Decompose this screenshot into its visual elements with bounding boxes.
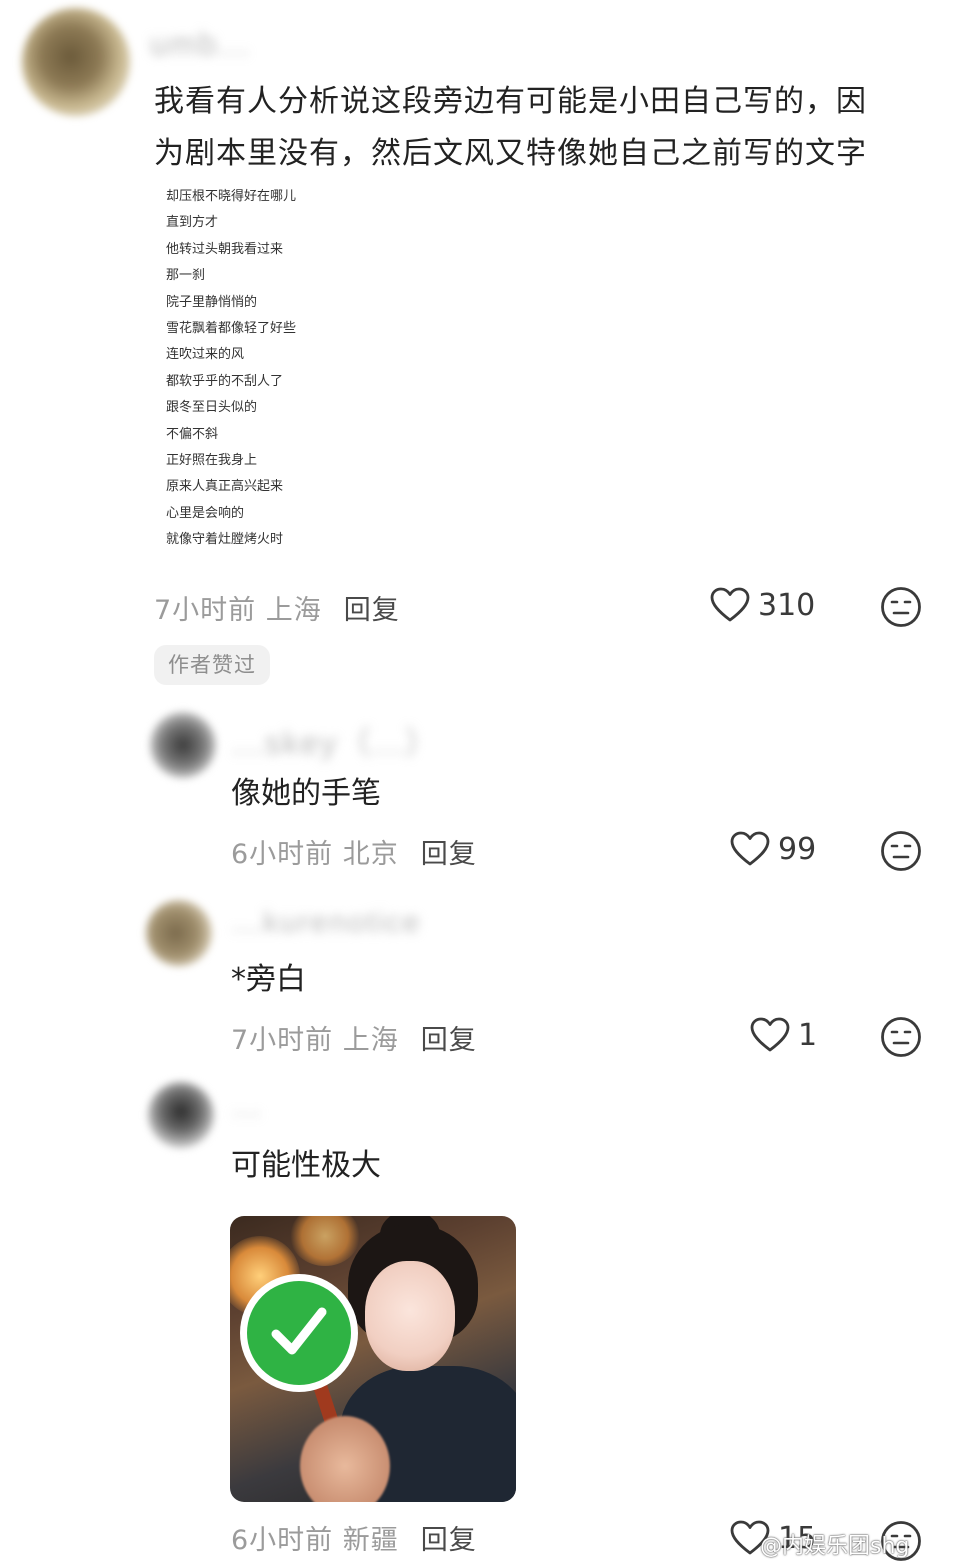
quoted-line: 都软乎乎的不刮人了	[166, 373, 284, 389]
username[interactable]: ...skey（...）	[232, 718, 439, 764]
reply-button[interactable]: 回复	[421, 1525, 477, 1556]
reply-button[interactable]: 回复	[344, 595, 400, 626]
comment-text-line: 为剧本里没有，然后文风又特像她自己之前写的文字	[154, 136, 867, 171]
reply-button[interactable]: 回复	[421, 839, 477, 870]
like-button[interactable]: 99	[730, 831, 816, 867]
like-count: 1	[798, 1017, 818, 1053]
avatar[interactable]	[146, 900, 212, 966]
comment-text: 我看有人分析说这段旁边有可能是小田自己写的，因 为剧本里没有，然后文风又特像她自…	[154, 76, 934, 180]
author-liked-badge: 作者赞过	[154, 645, 270, 685]
heart-outline-icon	[710, 587, 750, 622]
quoted-line: 雪花飘着都像轻了好些	[166, 320, 297, 336]
quoted-line: 他转过头朝我看过来	[166, 241, 284, 257]
quoted-line: 连吹过来的风	[166, 347, 245, 363]
reply-image[interactable]	[230, 1216, 516, 1502]
like-button[interactable]: 310	[710, 587, 815, 623]
neutral-face-icon[interactable]	[880, 1016, 922, 1058]
quoted-line: 跟冬至日头似的	[166, 400, 258, 416]
like-count: 310	[758, 587, 816, 623]
neutral-face-icon[interactable]	[880, 586, 922, 628]
quoted-line: 原来人真正高兴起来	[166, 479, 284, 495]
heart-outline-icon	[750, 1017, 790, 1052]
time-location: 7小时前 上海	[154, 595, 322, 626]
like-button[interactable]: 1	[750, 1017, 817, 1053]
avatar[interactable]	[148, 1082, 214, 1148]
quoted-screenshot-text: 却压根不晓得好在哪儿 直到方才他转过头朝我看过来 那一刹院子里静悄悄的雪花飘着都像轻…	[166, 184, 296, 553]
avatar[interactable]	[150, 712, 216, 778]
watermark: @内娱乐团shg	[760, 1534, 910, 1559]
quoted-line: 却压根不晓得好在哪儿	[166, 189, 297, 204]
username[interactable]: umb...	[150, 26, 251, 63]
avatar[interactable]	[22, 8, 130, 116]
quoted-line: 心里是会响的	[166, 505, 245, 521]
comment-meta: 7小时前 上海 回复	[231, 1018, 477, 1057]
time-location: 7小时前 上海	[231, 1025, 399, 1056]
check-sign	[240, 1274, 358, 1392]
comment-meta: 6小时前 新疆 回复	[231, 1518, 477, 1557]
heart-outline-icon	[730, 831, 770, 866]
quoted-line: 不偏不斜	[166, 426, 219, 442]
comment-meta: 7小时前 上海 回复	[154, 588, 400, 627]
like-count: 99	[778, 831, 817, 867]
reply-text: 可能性极大	[231, 1148, 381, 1183]
username[interactable]: ...kurenotice	[232, 906, 421, 940]
check-mark-icon	[271, 1307, 327, 1355]
time-location: 6小时前 新疆	[231, 1525, 399, 1556]
quoted-line: 正好照在我身上	[166, 452, 258, 468]
reply-text: *旁白	[231, 962, 306, 997]
quoted-line: 直到方才	[166, 215, 219, 231]
quoted-line: 就像守着灶膛烤火时	[166, 532, 284, 548]
time-location: 6小时前 北京	[231, 839, 399, 870]
figure-face	[365, 1261, 455, 1371]
comment-meta: 6小时前 北京 回复	[231, 832, 477, 871]
neutral-face-icon[interactable]	[880, 830, 922, 872]
quoted-line: 那一刹	[166, 268, 206, 284]
comment-text-line: 我看有人分析说这段旁边有可能是小田自己写的，因	[154, 84, 867, 119]
lantern-glow	[290, 1216, 360, 1266]
reply-button[interactable]: 回复	[421, 1025, 477, 1056]
quoted-line: 院子里静悄悄的	[166, 294, 258, 310]
reply-text: 像她的手笔	[231, 776, 381, 811]
username[interactable]: ...	[232, 1090, 263, 1124]
